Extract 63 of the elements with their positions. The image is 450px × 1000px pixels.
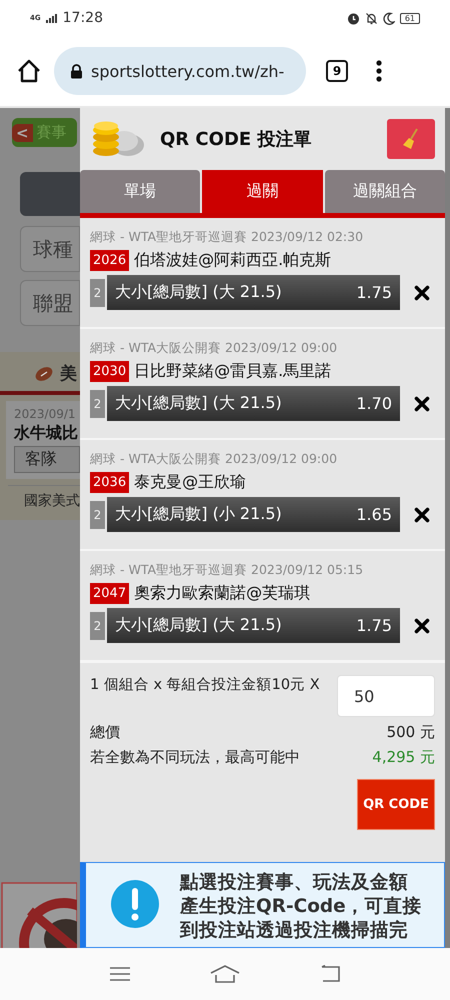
count-tag: 2	[90, 390, 105, 418]
remove-icon[interactable]	[414, 506, 430, 522]
combo-text: 1 個組合 x 每組合投注金額10元 X	[90, 676, 320, 694]
odds-value: 1.70	[356, 394, 392, 413]
clock-time: 17:28	[62, 10, 103, 26]
count-tag: 2	[90, 278, 105, 306]
match-title: 日比野菜緒@雷貝嘉.馬里諾	[134, 361, 332, 382]
remove-icon[interactable]	[414, 284, 430, 300]
market-label: 大小[總局數] (小 21.5)	[115, 504, 282, 525]
remove-icon[interactable]	[414, 396, 430, 412]
match-code: 2047	[90, 583, 130, 604]
count-tag: 2	[90, 612, 105, 640]
lock-icon	[70, 64, 83, 78]
total-value: 500 元	[386, 723, 435, 742]
odds-value: 1.75	[356, 616, 392, 635]
market-label: 大小[總局數] (大 21.5)	[115, 282, 282, 303]
match-title: 伯塔波娃@阿莉西亞.帕克斯	[134, 250, 332, 271]
match-date: 2023/09/1	[14, 407, 77, 421]
match-name: 水牛城比	[14, 423, 79, 444]
address-bar[interactable]: sportslottery.com.tw/zh-	[54, 47, 306, 95]
moon-icon	[382, 12, 395, 24]
match-title: 泰克曼@王欣瑜	[134, 472, 246, 493]
url-text: sportslottery.com.tw/zh-	[91, 62, 284, 80]
tab[interactable]: 單場	[80, 170, 200, 213]
total-label: 總價	[90, 723, 120, 742]
alarm-icon	[346, 12, 360, 24]
team-button[interactable]: 客隊	[14, 446, 80, 473]
section-title: 美	[60, 363, 77, 385]
odds-value: 1.75	[356, 283, 392, 302]
notice-text: 點選投注賽事、玩法及金額產生投注QR-Code，可直接到投注站透過投注機掃描完	[180, 871, 422, 943]
filter-button[interactable]: 聯盟	[20, 280, 80, 326]
match-code: 2036	[90, 472, 130, 493]
clear-button[interactable]	[387, 119, 435, 159]
back-icon[interactable]	[318, 965, 341, 983]
stake-input[interactable]: 50	[337, 675, 435, 717]
count-tag: 2	[90, 500, 105, 528]
remove-icon[interactable]	[414, 618, 430, 634]
home-icon[interactable]	[16, 58, 42, 84]
header-block	[20, 172, 80, 216]
match-title: 奧索力歐索蘭諾@芙瑞琪	[134, 583, 310, 604]
event-info: 網球 - WTA聖地牙哥巡迴賽 2023/09/12 02:30	[90, 229, 364, 246]
event-info: 網球 - WTA聖地牙哥巡迴賽 2023/09/12 05:15	[90, 562, 364, 579]
qr-code-button[interactable]: QR CODE	[357, 779, 435, 830]
battery-level: 61	[400, 12, 420, 24]
exclamation-icon	[110, 879, 160, 929]
tab[interactable]: 過關組合	[324, 170, 445, 213]
max-win-label: 若全數為不同玩法，最高可能中	[90, 748, 300, 767]
football-icon	[34, 366, 54, 382]
muted-bell-icon	[364, 12, 378, 24]
event-info: 網球 - WTA大阪公開賽 2023/09/12 09:00	[90, 340, 338, 357]
signal-icon	[46, 14, 58, 22]
menu-icon[interactable]	[376, 60, 382, 82]
event-info: 網球 - WTA大阪公開賽 2023/09/12 09:00	[90, 451, 338, 468]
odds-value: 1.65	[356, 505, 392, 524]
filter-button[interactable]: 球種	[20, 226, 80, 272]
market-label: 大小[總局數] (大 21.5)	[115, 615, 282, 636]
tab-count-button[interactable]: 9	[326, 60, 348, 82]
bet-slip-title: QR CODE 投注單	[160, 128, 312, 151]
match-code: 2030	[90, 361, 130, 382]
tab[interactable]: 過關	[202, 170, 323, 213]
match-code: 2026	[90, 250, 130, 271]
max-win-value: 4,295 元	[372, 748, 435, 767]
market-label: 大小[總局數] (大 21.5)	[115, 393, 282, 414]
